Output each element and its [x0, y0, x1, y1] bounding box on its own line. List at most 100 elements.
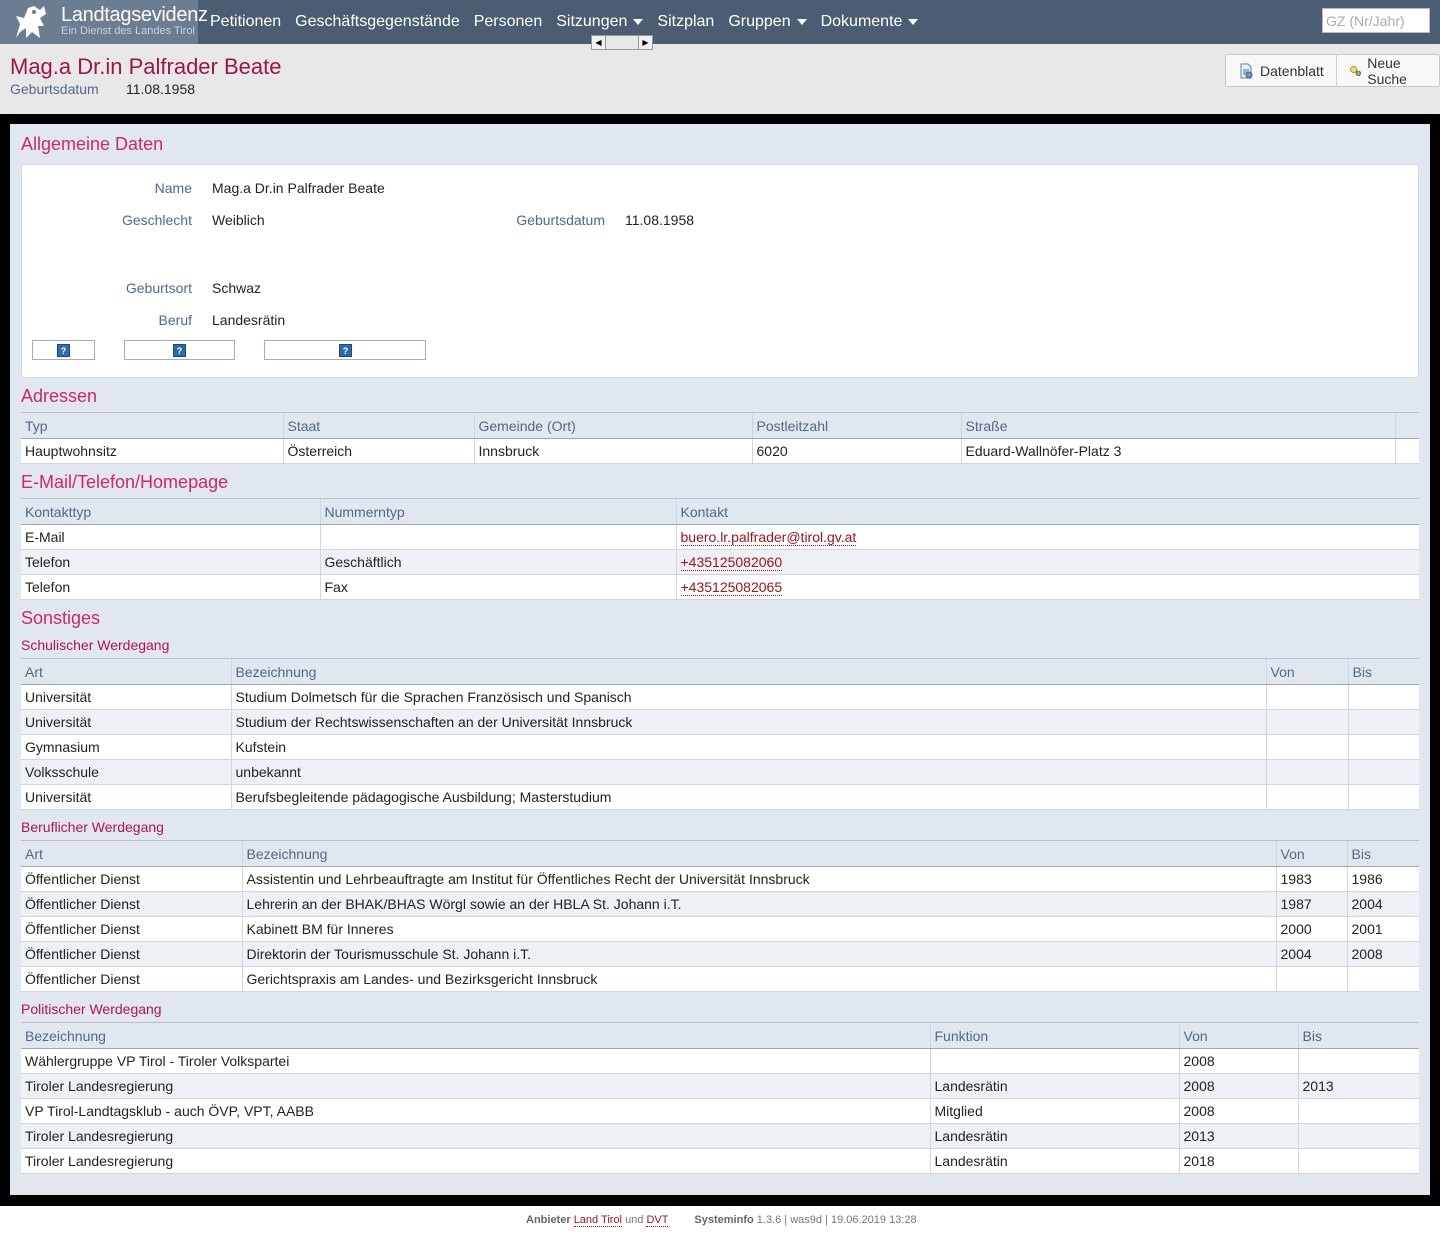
- table-row[interactable]: Tiroler Landesregierung Landesrätin 2013: [21, 1123, 1419, 1149]
- datenblatt-label: Datenblatt: [1260, 62, 1324, 79]
- table-cell: [1346, 966, 1419, 992]
- header-birthdate-label: Geburtsdatum: [10, 81, 99, 97]
- table-row[interactable]: Telefon Geschäftlich +435125082060: [21, 549, 1419, 575]
- nav-item-gesch-ftsgegenst-nde[interactable]: Geschäftsgegenstände: [295, 0, 460, 44]
- datenblatt-button[interactable]: Datenblatt: [1226, 55, 1336, 86]
- table-cell: Gerichtspraxis am Landes- und Bezirksger…: [241, 966, 1276, 992]
- column-header[interactable]: Bis: [1346, 840, 1419, 867]
- table-row[interactable]: Wählergruppe VP Tirol - Tiroler Volkspar…: [21, 1048, 1419, 1074]
- sysinfo-value: 1.3.6 | was9d | 19.06.2019 13:28: [756, 1214, 917, 1226]
- column-header[interactable]: Art: [21, 658, 231, 685]
- brand[interactable]: Landtagsevidenz Ein Dienst des Landes Ti…: [0, 0, 208, 44]
- table-cell-spacer: [1394, 438, 1419, 464]
- table-cell: [1347, 684, 1419, 710]
- column-header[interactable]: Straße: [960, 412, 1395, 439]
- table-cell: buero.lr.palfrader@tirol.gv.at: [675, 524, 1419, 550]
- column-header[interactable]: Gemeinde (Ort): [473, 412, 752, 439]
- splitter-right-arrow-icon[interactable]: ▶: [638, 35, 653, 50]
- column-header[interactable]: Funktion: [929, 1022, 1179, 1049]
- help-icon[interactable]: ?: [57, 344, 70, 357]
- table-row[interactable]: E-Mail buero.lr.palfrader@tirol.gv.at: [21, 524, 1419, 550]
- table-row[interactable]: VP Tirol-Landtagsklub - auch ÖVP, VPT, A…: [21, 1098, 1419, 1124]
- column-header[interactable]: Nummerntyp: [319, 498, 676, 525]
- column-header[interactable]: Von: [1265, 658, 1348, 685]
- column-header[interactable]: Postleitzahl: [751, 412, 961, 439]
- birthplace-value: Schwaz: [212, 280, 262, 296]
- table-row[interactable]: Öffentlicher Dienst Assistentin und Lehrb…: [21, 866, 1419, 892]
- birthplace-label: Geburtsort: [125, 280, 192, 296]
- job-value: Landesrätin: [212, 312, 286, 328]
- column-header[interactable]: Bezeichnung: [241, 840, 1276, 867]
- page-title: Mag.a Dr.in Palfrader Beate: [10, 54, 282, 79]
- provider-label: Anbieter: [526, 1214, 571, 1226]
- neue-suche-button[interactable]: Neue Suche: [1335, 54, 1439, 87]
- school-table: Art Bezeichnung Von Bis Universität Studium D…: [21, 658, 1419, 810]
- table-row[interactable]: Volksschule unbekannt: [21, 759, 1419, 785]
- table-cell: Kabinett BM für Inneres: [241, 916, 1276, 942]
- neue-suche-label: Neue Suche: [1367, 54, 1407, 87]
- table-row[interactable]: Universität Berufsbegleitende pädagogisch…: [21, 784, 1419, 810]
- table-cell: Hauptwohnsitz: [21, 438, 283, 464]
- column-header[interactable]: Kontakttyp: [21, 498, 320, 525]
- column-header[interactable]: Staat: [282, 412, 474, 439]
- column-header[interactable]: Kontakt: [675, 498, 1419, 525]
- help-icon[interactable]: ?: [173, 344, 186, 357]
- table-row[interactable]: Öffentlicher Dienst Direktorin der Touris…: [21, 941, 1419, 967]
- provider-link-land-tirol[interactable]: Land Tirol: [573, 1214, 622, 1227]
- table-cell: Landesrätin: [929, 1148, 1179, 1174]
- table-row[interactable]: Gymnasium Kufstein: [21, 734, 1419, 760]
- table-cell: 2004: [1275, 941, 1347, 967]
- table-row[interactable]: Öffentlicher Dienst Lehrerin an der BHAK/…: [21, 891, 1419, 917]
- table-cell: [1265, 684, 1348, 710]
- gz-search-input[interactable]: [1322, 8, 1430, 33]
- table-row[interactable]: Öffentlicher Dienst Kabinett BM für Inner…: [21, 916, 1419, 942]
- column-header[interactable]: Von: [1178, 1022, 1298, 1049]
- contact-link[interactable]: +435125082060: [680, 554, 783, 571]
- table-cell: Universität: [21, 684, 231, 710]
- chevron-down-icon: [908, 19, 919, 25]
- table-cell: Öffentlicher Dienst: [21, 941, 242, 967]
- splitter-handle[interactable]: [606, 35, 638, 50]
- table-cell: 2013: [1178, 1123, 1298, 1149]
- help-box-3[interactable]: ?: [264, 340, 426, 360]
- table-cell: 1987: [1275, 891, 1347, 917]
- career-heading: Beruflicher Werdegang: [21, 819, 164, 835]
- table-cell: Landesrätin: [929, 1123, 1179, 1149]
- nav-item-petitionen[interactable]: Petitionen: [210, 0, 281, 44]
- nav-item-dokumente[interactable]: Dokumente: [821, 0, 919, 44]
- column-header[interactable]: Bezeichnung: [21, 1022, 930, 1049]
- nav-item-sitzplan[interactable]: Sitzplan: [657, 0, 714, 44]
- contact-link[interactable]: buero.lr.palfrader@tirol.gv.at: [680, 529, 857, 546]
- table-cell: +435125082065: [675, 574, 1419, 600]
- table-row[interactable]: Tiroler Landesregierung Landesrätin 2008 20…: [21, 1073, 1419, 1099]
- table-row[interactable]: Öffentlicher Dienst Gerichtspraxis am Lan…: [21, 966, 1419, 992]
- nav-item-personen[interactable]: Personen: [474, 0, 543, 44]
- column-header[interactable]: Von: [1275, 840, 1347, 867]
- table-cell: [1265, 734, 1348, 760]
- contact-link[interactable]: +435125082065: [680, 579, 783, 596]
- help-icon[interactable]: ?: [339, 344, 352, 357]
- table-cell: Österreich: [282, 438, 474, 464]
- table-row[interactable]: Universität Studium Dolmetsch für die Spr…: [21, 684, 1419, 710]
- nav-item-gruppen[interactable]: Gruppen: [728, 0, 807, 44]
- help-box-2[interactable]: ?: [124, 340, 235, 360]
- column-header[interactable]: Bis: [1347, 658, 1419, 685]
- pane-splitter[interactable]: ◀ ▶: [591, 35, 653, 51]
- table-row[interactable]: Universität Studium der Rechtswissenschaf…: [21, 709, 1419, 735]
- provider-and: und: [625, 1214, 644, 1226]
- splitter-left-arrow-icon[interactable]: ◀: [591, 35, 606, 50]
- table-cell: Berufsbegleitende pädagogische Ausbildun…: [230, 784, 1266, 810]
- table-row[interactable]: Tiroler Landesregierung Landesrätin 2018: [21, 1148, 1419, 1174]
- tirol-eagle-logo-icon: [10, 2, 54, 42]
- provider-link-dvt[interactable]: DVT: [646, 1214, 669, 1227]
- column-header[interactable]: Typ: [21, 412, 283, 439]
- table-cell: Telefon: [21, 549, 320, 575]
- table-header-row: Art Bezeichnung Von Bis: [21, 658, 1419, 685]
- column-header[interactable]: Bis: [1297, 1022, 1419, 1049]
- table-cell: Universität: [21, 709, 231, 735]
- column-header[interactable]: Art: [21, 840, 242, 867]
- table-row[interactable]: Telefon Fax +435125082065: [21, 574, 1419, 600]
- column-header[interactable]: Bezeichnung: [230, 658, 1266, 685]
- table-row[interactable]: Hauptwohnsitz Österreich Innsbruck 6020 Edua…: [21, 438, 1419, 464]
- help-box-1[interactable]: ?: [32, 340, 95, 360]
